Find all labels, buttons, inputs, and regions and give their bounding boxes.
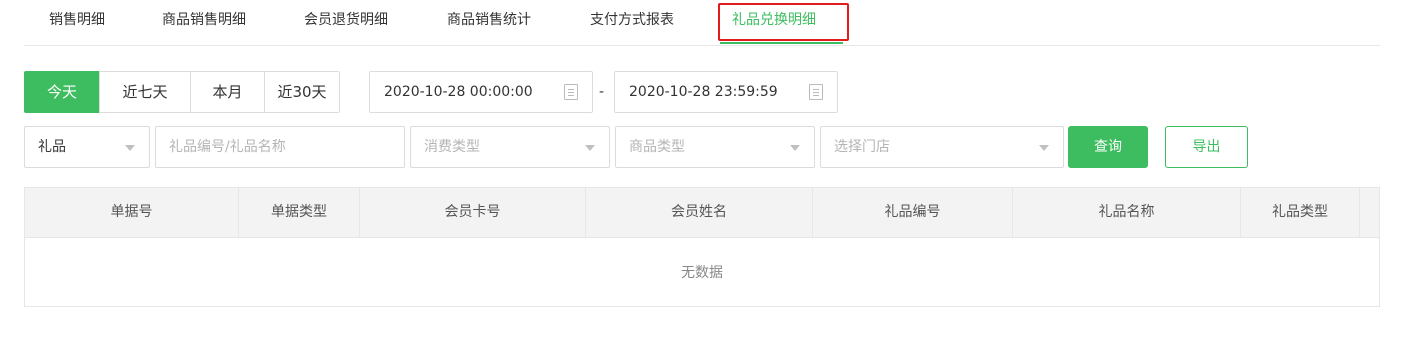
chevron-down-icon	[585, 145, 595, 151]
date-range-30days-button[interactable]: 近30天	[264, 71, 340, 113]
table-header: 单据号 单据类型 会员卡号 会员姓名 礼品编号 礼品名称 礼品类型	[25, 188, 1379, 238]
active-tab-underline	[720, 42, 843, 44]
start-date-value: 2020-10-28 00:00:00	[384, 84, 533, 100]
search-type-value: 礼品	[38, 139, 66, 155]
store-select[interactable]: 选择门店	[820, 126, 1064, 168]
start-date-input[interactable]: 2020-10-28 00:00:00	[369, 71, 593, 113]
tab-payment-method-report[interactable]: 支付方式报表	[590, 0, 674, 40]
consume-type-placeholder: 消费类型	[424, 139, 480, 155]
goods-type-select[interactable]: 商品类型	[615, 126, 815, 168]
store-placeholder: 选择门店	[834, 139, 890, 155]
column-header-gift-type: 礼品类型	[1241, 188, 1360, 237]
date-range-month-button[interactable]: 本月	[190, 71, 265, 113]
chevron-down-icon	[125, 145, 135, 151]
chevron-down-icon	[790, 145, 800, 151]
column-header-doc-type: 单据类型	[239, 188, 360, 237]
consume-type-select[interactable]: 消费类型	[410, 126, 610, 168]
date-range-separator: -	[599, 84, 605, 100]
gift-redemption-table: 单据号 单据类型 会员卡号 会员姓名 礼品编号 礼品名称 礼品类型 无数据	[24, 187, 1380, 307]
calendar-icon	[809, 84, 823, 100]
column-header-doc-no: 单据号	[25, 188, 239, 237]
column-header-member-card-no: 会员卡号	[360, 188, 586, 237]
report-tabs: 销售明细 商品销售明细 会员退货明细 商品销售统计 支付方式报表 礼品兑换明细	[24, 0, 1380, 46]
date-range-today-button[interactable]: 今天	[24, 71, 100, 113]
column-header-gift-name: 礼品名称	[1013, 188, 1241, 237]
tab-goods-sales-stats[interactable]: 商品销售统计	[447, 0, 531, 40]
end-date-value: 2020-10-28 23:59:59	[629, 84, 778, 100]
calendar-icon	[564, 84, 578, 100]
tab-sales-detail[interactable]: 销售明细	[49, 0, 105, 40]
chevron-down-icon	[1039, 145, 1049, 151]
date-range-7days-button[interactable]: 近七天	[99, 71, 191, 113]
query-button[interactable]: 查询	[1068, 126, 1148, 168]
gift-keyword-input[interactable]	[169, 127, 404, 167]
table-empty-message: 无数据	[681, 265, 723, 281]
column-header-gift-code: 礼品编号	[813, 188, 1013, 237]
tab-member-return-detail[interactable]: 会员退货明细	[304, 0, 388, 40]
export-button[interactable]: 导出	[1165, 126, 1248, 168]
end-date-input[interactable]: 2020-10-28 23:59:59	[614, 71, 838, 113]
active-tab-highlight-box	[718, 3, 849, 41]
column-header-member-name: 会员姓名	[586, 188, 813, 237]
goods-type-placeholder: 商品类型	[629, 139, 685, 155]
search-type-select[interactable]: 礼品	[24, 126, 150, 168]
gift-keyword-field[interactable]	[155, 126, 405, 168]
quick-date-range-group: 今天 近七天 本月 近30天	[24, 71, 340, 113]
tab-goods-sales-detail[interactable]: 商品销售明细	[162, 0, 246, 40]
